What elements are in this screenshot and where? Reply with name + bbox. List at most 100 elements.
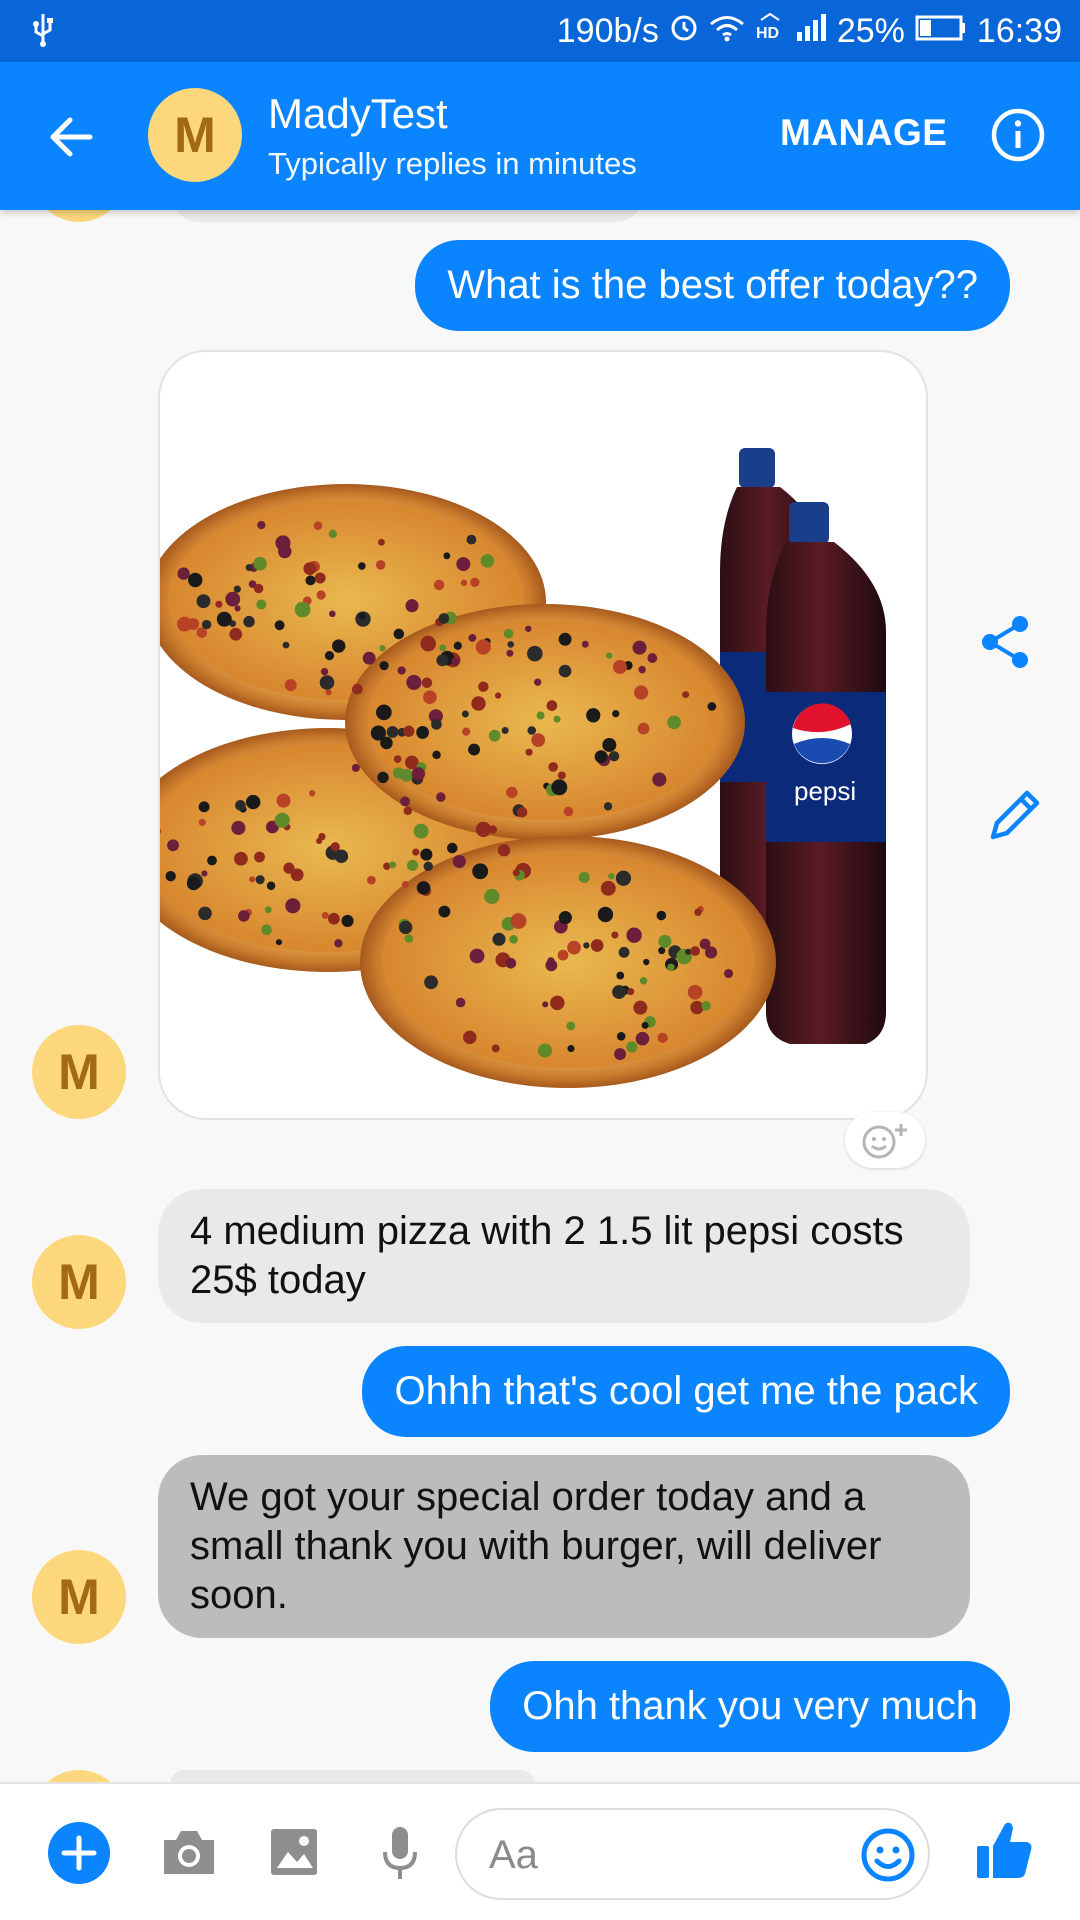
edit-button[interactable] [985, 785, 1045, 850]
sender-avatar[interactable]: M [32, 1235, 126, 1329]
manage-button[interactable]: MANAGE [780, 112, 947, 154]
share-button[interactable] [978, 612, 1034, 677]
topping [255, 875, 265, 885]
topping [324, 651, 335, 661]
topping [553, 715, 561, 723]
more-actions-button[interactable] [48, 1822, 110, 1884]
topping [309, 790, 316, 797]
message-input-field[interactable] [455, 1808, 930, 1900]
gallery-button[interactable] [268, 1826, 320, 1883]
topping [463, 1030, 477, 1045]
topping [657, 1032, 668, 1044]
topping [546, 700, 558, 711]
topping [536, 711, 545, 720]
emoji-icon [861, 1828, 915, 1882]
message-input[interactable] [489, 1830, 829, 1880]
topping [639, 977, 648, 985]
topping [488, 825, 498, 834]
share-icon [982, 616, 1028, 668]
topping [423, 861, 433, 872]
status-bar: 190b/s HD 25% 16:39 [0, 0, 1080, 62]
back-button[interactable] [46, 112, 96, 162]
topping [313, 521, 323, 531]
topping [285, 898, 301, 914]
topping [274, 620, 285, 631]
topping [453, 641, 462, 650]
topping [492, 932, 506, 946]
topping [201, 870, 208, 877]
topping [177, 567, 190, 580]
contact-avatar[interactable]: M [148, 88, 242, 182]
topping [456, 557, 471, 572]
emoji-button[interactable] [859, 1826, 917, 1889]
camera-icon [164, 1831, 214, 1874]
topping [325, 689, 332, 696]
topping [501, 726, 509, 735]
topping [196, 594, 211, 609]
like-button[interactable] [975, 1818, 1035, 1887]
topping [316, 590, 326, 600]
topping [635, 1031, 650, 1046]
topping [612, 660, 627, 675]
message-composer [0, 1782, 1080, 1920]
topping [658, 947, 666, 955]
topping [245, 564, 253, 572]
sender-avatar[interactable]: M [32, 1025, 126, 1119]
message-outgoing[interactable]: Ohhh that's cool get me the pack [362, 1346, 1010, 1437]
topping [305, 575, 316, 586]
topping [401, 880, 409, 889]
topping [506, 786, 518, 799]
topping [314, 572, 326, 584]
camera-button[interactable] [160, 1826, 218, 1883]
topping [478, 681, 489, 692]
topping [701, 1001, 711, 1011]
topping [724, 968, 734, 979]
topping [542, 1001, 549, 1008]
voice-button[interactable] [380, 1824, 420, 1887]
topping [687, 984, 703, 1000]
info-button[interactable] [990, 107, 1046, 163]
topping [694, 908, 702, 916]
topping [424, 975, 438, 990]
topping [328, 912, 340, 925]
topping [411, 767, 426, 781]
topping [341, 914, 354, 927]
topping [505, 957, 517, 969]
topping [525, 625, 532, 632]
signal-icon [795, 12, 827, 51]
topping [633, 1000, 648, 1015]
topping [480, 554, 495, 568]
topping [547, 957, 555, 965]
topping [682, 691, 690, 699]
contact-name[interactable]: MadyTest [268, 90, 448, 138]
topping [377, 771, 389, 784]
topping [525, 748, 533, 756]
topping [256, 599, 267, 610]
topping [634, 685, 649, 700]
topping [578, 871, 590, 883]
pencil-icon [990, 790, 1040, 840]
topping [275, 939, 283, 946]
usb-icon [28, 12, 58, 53]
topping [626, 1041, 638, 1053]
topping [690, 946, 700, 956]
topping [186, 876, 201, 891]
add-reaction-button[interactable] [845, 1112, 925, 1168]
topping [707, 702, 717, 711]
topping [362, 651, 376, 665]
topping [558, 911, 572, 925]
topping [461, 710, 469, 718]
topping [557, 949, 569, 961]
message-incoming[interactable]: 4 medium pizza with 2 1.5 lit pepsi cost… [158, 1189, 970, 1323]
message-outgoing[interactable]: What is the best offer today?? [415, 240, 1010, 331]
message-image[interactable]: pepsi [158, 350, 928, 1120]
topping [386, 726, 399, 738]
topping [229, 627, 243, 641]
message-incoming[interactable]: We got your special order today and a sm… [158, 1455, 970, 1638]
message-outgoing[interactable]: Ohh thank you very much [490, 1661, 1010, 1752]
topping [290, 868, 304, 882]
sender-avatar[interactable]: M [32, 1550, 126, 1644]
topping [436, 792, 446, 802]
topping [328, 529, 338, 538]
topping [641, 1021, 649, 1029]
